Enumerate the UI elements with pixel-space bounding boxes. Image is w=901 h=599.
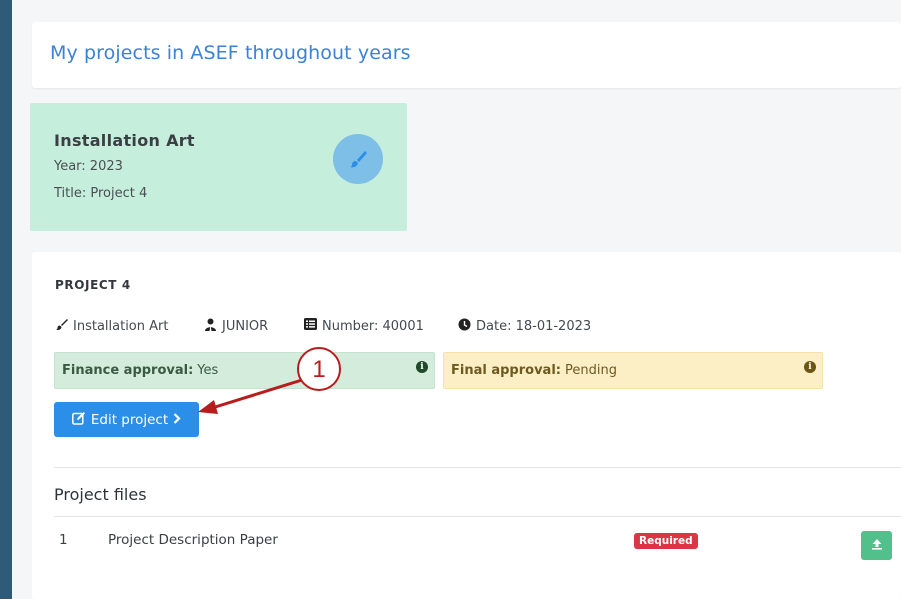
paint-brush-icon [333,134,383,184]
upload-button[interactable] [861,531,892,560]
clock-icon [458,318,471,335]
project-heading: PROJECT 4 [55,278,131,292]
finance-approval-label: Finance approval: [62,363,194,378]
edit-icon [71,411,86,429]
meta-category-label: Installation Art [73,319,169,334]
project-details-card: PROJECT 4 Installation Art JUNIOR Number… [32,252,901,599]
files-header-divider [54,516,901,517]
meta-level-label: JUNIOR [222,319,269,334]
list-icon [304,318,317,334]
info-icon[interactable]: i [804,361,816,373]
required-badge: Required [634,533,698,549]
meta-category: Installation Art [55,318,168,335]
user-tie-icon [204,318,217,335]
project-year: Year: 2023 [54,159,123,174]
page-title: My projects in ASEF throughout years [50,42,411,64]
meta-number-label: Number: 40001 [322,318,424,334]
project-files-title: Project files [54,485,147,504]
final-approval-value: Pending [564,363,617,378]
project-category: Installation Art [54,131,195,150]
page-header: My projects in ASEF throughout years [32,22,901,88]
info-icon[interactable]: i [416,361,428,373]
file-row-name: Project Description Paper [108,532,278,548]
paint-brush-icon [55,318,68,335]
section-divider [54,467,901,468]
edit-project-label: Edit project [90,411,169,428]
project-summary-card[interactable]: Installation Art Year: 2023 Title: Proje… [30,103,407,231]
edit-project-button[interactable]: Edit project [54,402,199,437]
meta-date: Date: 18-01-2023 [458,318,591,335]
content-area: My projects in ASEF throughout years Ins… [12,0,901,599]
annotation-number: 1 [312,356,325,383]
file-row-number: 1 [59,532,68,548]
meta-date-label: Date: 18-01-2023 [476,319,592,334]
upload-icon [871,538,883,554]
project-title: Title: Project 4 [54,186,148,201]
final-approval-alert: Final approval: Pending i [443,352,823,389]
final-approval-label: Final approval: [451,363,561,378]
chevron-right-icon [173,412,181,428]
annotation-arrow [198,378,303,414]
meta-number: Number: 40001 [304,318,424,334]
table-row: 1 Project Description Paper Required [54,524,901,562]
meta-level: JUNIOR [204,318,268,335]
